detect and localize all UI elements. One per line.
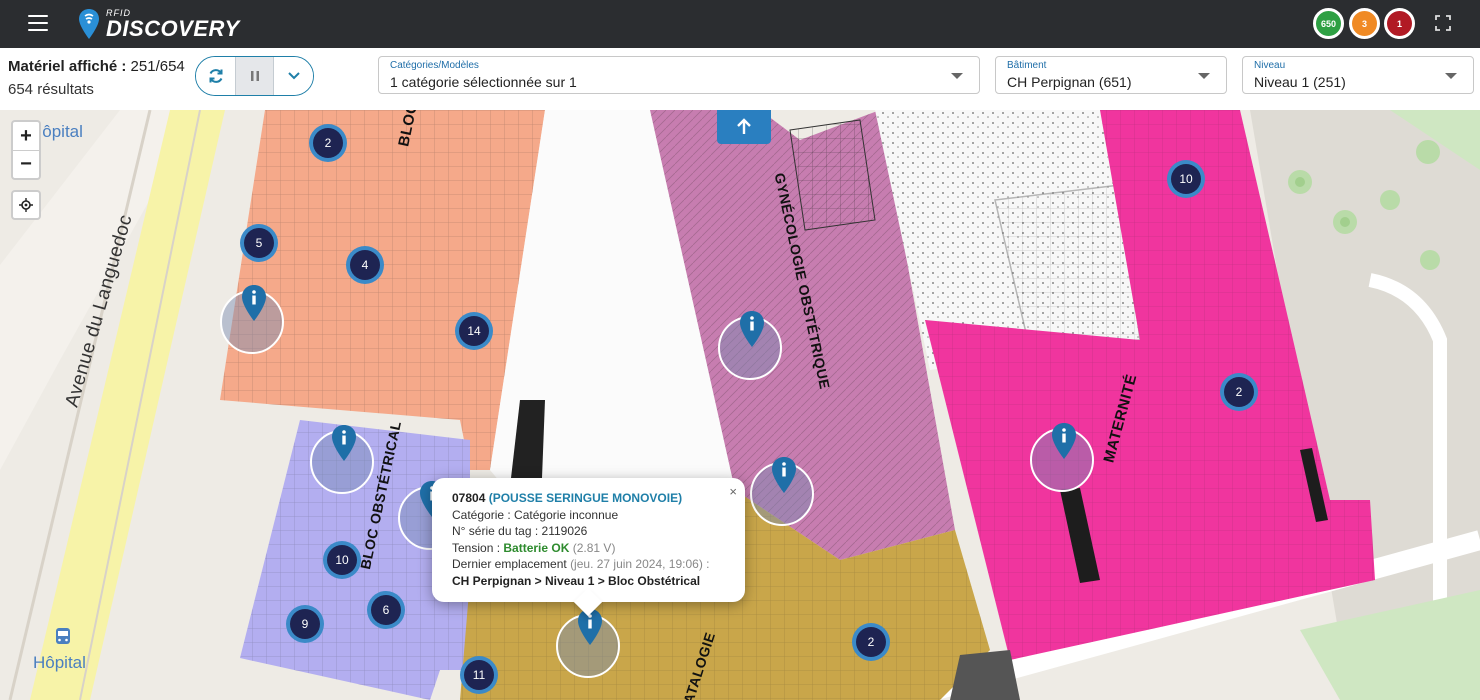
- item-popup: × 07804 (POUSSE SERINGUE MONOVOIE) Catég…: [432, 478, 745, 617]
- popup-item-name[interactable]: (POUSSE SERINGUE MONOVOIE): [489, 491, 682, 505]
- cluster-marker[interactable]: 6: [367, 591, 405, 629]
- cluster-count: 2: [1224, 377, 1254, 407]
- level-select-value: Niveau 1 (251): [1254, 74, 1346, 90]
- popup-location-date: (jeu. 27 juin 2024, 19:06) :: [570, 557, 710, 571]
- popup-location-label: Dernier emplacement: [452, 557, 567, 571]
- info-pin-icon: [772, 457, 796, 493]
- item-marker[interactable]: [310, 425, 374, 494]
- item-marker[interactable]: [750, 457, 814, 526]
- status-badge-warning[interactable]: 3: [1349, 8, 1380, 39]
- popup-item-id: 07804: [452, 491, 486, 505]
- building-select[interactable]: Bâtiment CH Perpignan (651): [995, 56, 1227, 94]
- chevron-down-icon: [287, 72, 300, 80]
- displayed-count: Matériel affiché : 251/654: [8, 58, 185, 75]
- popup-category-label: Catégorie :: [452, 507, 511, 522]
- popup-location-row: Dernier emplacement (jeu. 27 juin 2024, …: [452, 556, 725, 573]
- categories-select-value: 1 catégorie sélectionnée sur 1: [390, 74, 577, 90]
- caret-down-icon: [1198, 73, 1210, 79]
- zoom-controls: + −: [11, 120, 41, 180]
- cluster-count: 9: [290, 609, 320, 639]
- item-marker-selected[interactable]: [556, 609, 620, 678]
- refresh-button[interactable]: [196, 57, 235, 95]
- results-count: 654 résultats: [8, 81, 94, 98]
- item-marker[interactable]: [718, 311, 782, 380]
- cluster-marker[interactable]: 5: [240, 224, 278, 262]
- fullscreen-icon[interactable]: [1435, 15, 1451, 31]
- cluster-marker[interactable]: 10: [323, 541, 361, 579]
- item-marker[interactable]: [1030, 423, 1094, 492]
- cluster-count: 10: [1171, 164, 1201, 194]
- cluster-marker[interactable]: 10: [1167, 160, 1205, 198]
- building-select-value: CH Perpignan (651): [1007, 74, 1132, 90]
- popup-location-path: CH Perpignan > Niveau 1 > Bloc Obstétric…: [452, 573, 701, 588]
- building-select-label: Bâtiment: [1007, 60, 1047, 71]
- crosshair-icon: [19, 198, 33, 212]
- refresh-controls: [195, 56, 314, 96]
- level-select-label: Niveau: [1254, 60, 1286, 71]
- app-logo: RFID DISCOVERY: [78, 6, 240, 42]
- categories-select-label: Catégories/Modèles: [390, 60, 479, 71]
- floor-plan-drawing: [0, 110, 1480, 700]
- arrow-up-icon: [737, 118, 751, 134]
- bus-stop-icon: [56, 628, 70, 644]
- zoom-out-button[interactable]: −: [13, 150, 39, 178]
- cluster-count: 4: [350, 250, 380, 280]
- displayed-count-value: 251/654: [130, 58, 185, 75]
- caret-down-icon: [1445, 73, 1457, 79]
- cluster-count: 5: [244, 228, 274, 258]
- info-pin-icon: [740, 311, 764, 347]
- cluster-marker[interactable]: 14: [455, 312, 493, 350]
- info-pin-icon: [1052, 423, 1076, 459]
- cluster-marker[interactable]: 4: [346, 246, 384, 284]
- caret-down-icon: [951, 73, 963, 79]
- cluster-count: 2: [313, 128, 343, 158]
- status-badge-alert[interactable]: 1: [1384, 8, 1415, 39]
- cluster-count: 6: [371, 595, 401, 625]
- cluster-count: 14: [459, 316, 489, 346]
- popup-tension-value: (2.81 V): [572, 540, 616, 555]
- cluster-count: 2: [856, 627, 886, 657]
- popup-close-button[interactable]: ×: [729, 484, 737, 501]
- cluster-marker[interactable]: 11: [460, 656, 498, 694]
- pause-icon: [250, 71, 259, 81]
- info-pin-icon: [332, 425, 356, 461]
- displayed-count-label: Matériel affiché :: [8, 58, 127, 75]
- popup-serial-value: 2119026: [541, 524, 588, 538]
- status-badge-ok[interactable]: 650: [1313, 8, 1344, 39]
- cluster-count: 11: [464, 660, 494, 690]
- info-pin-icon: [242, 285, 266, 321]
- pause-button[interactable]: [235, 57, 274, 95]
- zoom-in-button[interactable]: +: [13, 122, 39, 150]
- filter-bar: Matériel affiché : 251/654 654 résultats…: [0, 48, 1480, 110]
- cluster-marker[interactable]: 2: [1220, 373, 1258, 411]
- popup-serial-label: N° série du tag :: [452, 524, 539, 538]
- logo-pin-icon: [79, 9, 99, 39]
- popup-category-row: Catégorie : Catégorie inconnue: [452, 507, 725, 524]
- floor-map[interactable]: Avenue du Languedoc Hôpital Hôpital BLOC…: [0, 110, 1480, 700]
- popup-serial-row: N° série du tag : 2119026: [452, 523, 725, 540]
- cluster-marker[interactable]: 2: [852, 623, 890, 661]
- popup-tension-label: Tension :: [452, 540, 501, 555]
- refresh-icon: [209, 69, 222, 83]
- popup-tension-row: Tension : Batterie OK (2.81 V): [452, 540, 725, 557]
- level-select[interactable]: Niveau Niveau 1 (251): [1242, 56, 1474, 94]
- level-up-button[interactable]: [717, 110, 771, 144]
- cluster-marker[interactable]: 2: [309, 124, 347, 162]
- cluster-count: 10: [327, 545, 357, 575]
- refresh-options-button[interactable]: [274, 57, 313, 95]
- top-bar: RFID DISCOVERY 650 3 1: [0, 0, 1480, 48]
- popup-title: 07804 (POUSSE SERINGUE MONOVOIE): [452, 490, 725, 507]
- popup-battery-status: Batterie OK: [503, 540, 570, 555]
- popup-category-value: Catégorie inconnue: [514, 507, 619, 522]
- categories-select[interactable]: Catégories/Modèles 1 catégorie sélection…: [378, 56, 980, 94]
- logo-big-text: DISCOVERY: [106, 15, 240, 41]
- menu-icon[interactable]: [28, 15, 48, 31]
- place-label-bottom: Hôpital: [33, 653, 86, 672]
- cluster-marker[interactable]: 9: [286, 605, 324, 643]
- item-marker[interactable]: [220, 285, 284, 354]
- locate-button[interactable]: [11, 190, 41, 220]
